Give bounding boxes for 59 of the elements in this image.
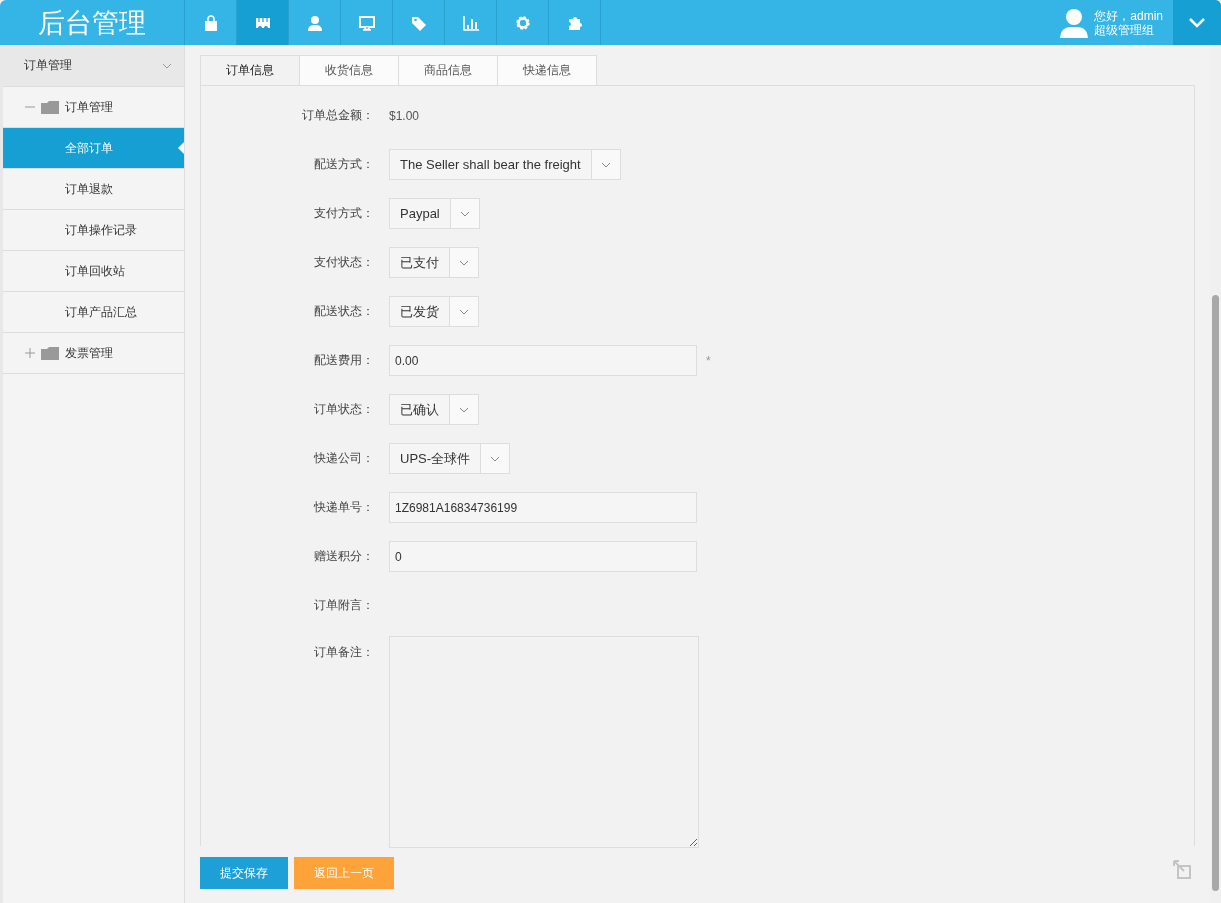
sidebar-group[interactable]: 发票管理 [3, 333, 184, 374]
scrollbar-thumb[interactable] [1212, 295, 1219, 891]
dropdown-field[interactable]: 已支付 [389, 247, 479, 278]
section-title: 订单管理 [24, 57, 72, 74]
field-label: 订单附言： [313, 597, 375, 614]
input-field[interactable]: 0 [389, 541, 697, 572]
field-label: 订单状态： [313, 401, 375, 418]
chevron-down-icon [1189, 17, 1205, 28]
group-label: 订单管理 [65, 98, 113, 116]
puzzle-icon [566, 14, 583, 31]
tab[interactable]: 快递信息 [498, 55, 597, 86]
sidebar-item[interactable]: 订单回收站 [3, 251, 184, 292]
field-label: 赠送积分： [313, 548, 375, 565]
input-field[interactable]: 0.00 [389, 345, 697, 376]
tag-icon [410, 14, 427, 31]
field-value: $1.00 [389, 108, 420, 123]
avatar-silhouette-icon [1060, 7, 1089, 38]
monitor-icon [358, 14, 375, 31]
dropdown-field[interactable]: 已确认 [389, 394, 479, 425]
field-label: 支付状态： [313, 254, 375, 271]
textarea-field[interactable] [389, 636, 699, 848]
field-label: 快递公司： [313, 450, 375, 467]
resize-corner-icon [1172, 859, 1192, 879]
field-label: 支付方式： [313, 205, 375, 222]
folder-icon [41, 100, 59, 114]
bar-chart-icon [462, 14, 479, 31]
field-label: 配送费用： [313, 352, 375, 369]
nav-button[interactable] [237, 0, 289, 45]
chevron-down-icon [459, 406, 469, 413]
greeting-text: 您好，admin [1094, 8, 1163, 23]
required-mark: * [706, 353, 711, 368]
chevron-down-icon [600, 161, 611, 168]
user-menu-button[interactable] [1173, 0, 1221, 45]
chevron-down-icon [490, 455, 501, 462]
field-label: 快递单号： [313, 499, 375, 516]
tab[interactable]: 订单信息 [200, 55, 300, 86]
user-role: 超级管理组 [1094, 22, 1156, 37]
sidebar-item[interactable]: 订单退款 [3, 169, 184, 210]
settings-icon [514, 14, 531, 31]
sidebar-item[interactable]: 订单产品汇总 [3, 292, 184, 333]
dropdown-field[interactable]: 已发货 [389, 296, 479, 327]
chevron-down-icon [459, 308, 469, 315]
section-header[interactable]: 订单管理 [3, 45, 184, 87]
dropdown-field[interactable]: The Seller shall bear the freight [389, 149, 621, 180]
field-label: 配送状态： [313, 303, 375, 320]
field-label: 订单备注： [313, 644, 375, 661]
group-label: 发票管理 [65, 344, 113, 362]
folder-icon [41, 346, 59, 360]
user-icon [306, 14, 323, 31]
input-field[interactable]: 1Z6981A16834736199 [389, 492, 697, 523]
chevron-down-icon [459, 259, 469, 266]
tab[interactable]: 商品信息 [399, 55, 498, 86]
field-label: 配送方式： [313, 156, 375, 173]
field-label: 订单总金额： [301, 107, 375, 124]
chevron-down-icon [459, 210, 470, 217]
dropdown-field[interactable]: Paypal [389, 198, 480, 229]
tab[interactable]: 收货信息 [300, 55, 399, 86]
sidebar-item[interactable]: 订单操作记录 [3, 210, 184, 251]
dropdown-field[interactable]: UPS-全球件 [389, 443, 511, 474]
